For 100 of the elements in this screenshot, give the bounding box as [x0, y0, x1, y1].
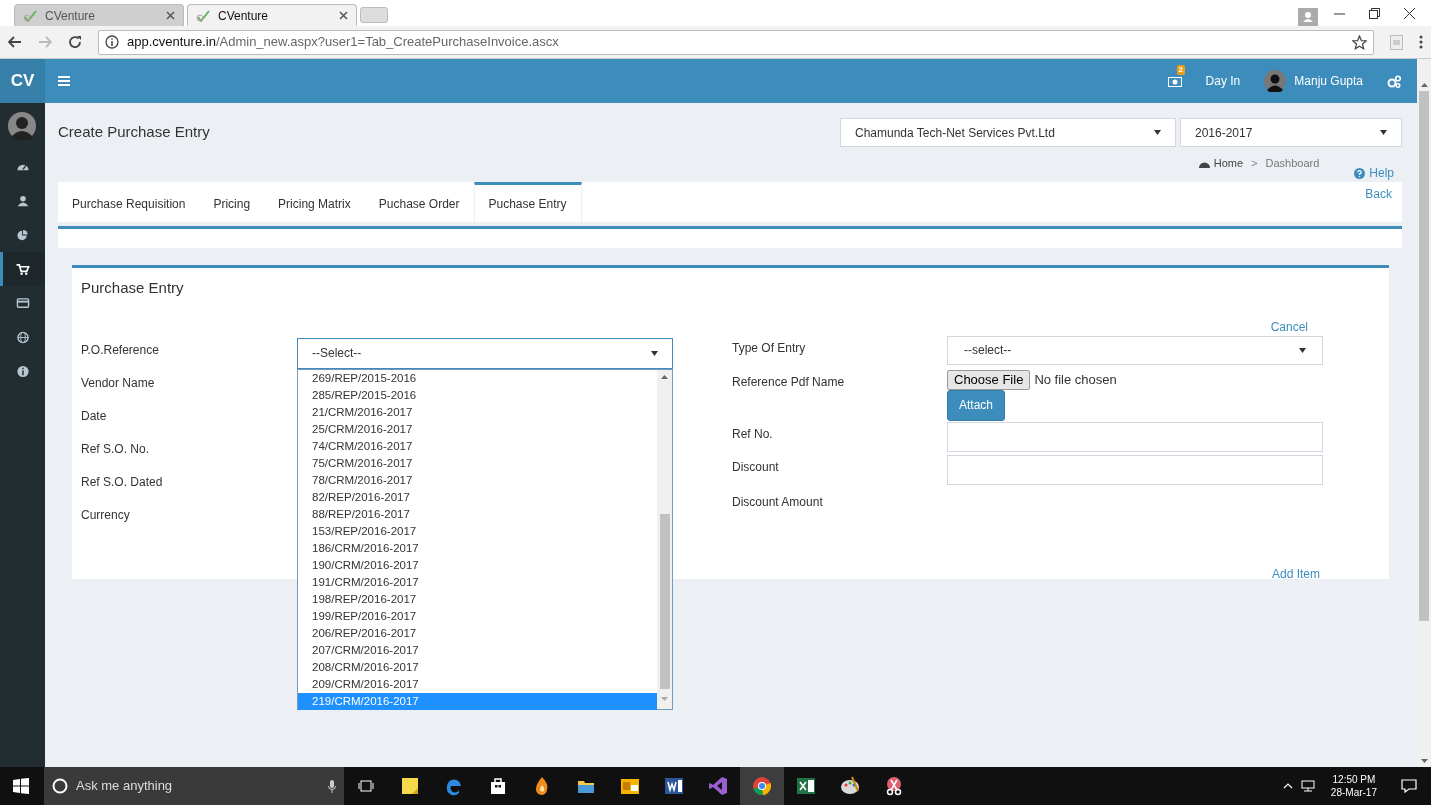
dropdown-option[interactable]: 88/REP/2016-2017 [298, 505, 657, 523]
breadcrumb-link[interactable]: Home [1213, 155, 1244, 172]
tab[interactable]: Pricing Matrix [264, 182, 365, 222]
dropdown-option[interactable]: 208/CRM/2016-2017 [298, 658, 657, 676]
sidebar-item[interactable] [0, 252, 45, 286]
notifications-icon[interactable] [1401, 779, 1417, 793]
spreadsheet-icon [796, 776, 816, 796]
dropdown-option[interactable]: 207/CRM/2016-2017 [298, 641, 657, 659]
clock[interactable]: 12:50 PM 28-Mar-17 [1330, 773, 1377, 799]
field-label: Ref S.O. Dated [81, 473, 164, 491]
dropdown-option[interactable]: 78/CRM/2016-2017 [298, 471, 657, 489]
taskbar-app[interactable] [740, 767, 784, 805]
word-icon [664, 776, 684, 796]
address-bar[interactable]: app.cventure.in/Admin_new.aspx?user1=Tab_CreatePurchaseInvoice.ascx [98, 29, 1374, 55]
breadcrumb-separator: > [1251, 156, 1258, 171]
dropdown-option[interactable]: 21/CRM/2016-2017 [298, 403, 657, 421]
help-icon [1354, 167, 1366, 179]
dropdown-option[interactable]: 191/CRM/2016-2017 [298, 573, 657, 591]
scrollbar-thumb[interactable] [659, 513, 670, 689]
dropdown-option[interactable]: 206/REP/2016-2017 [298, 624, 657, 642]
scroll-up-icon[interactable] [1420, 83, 1428, 87]
scissors-icon [884, 776, 904, 796]
user-icon [15, 194, 30, 208]
add-item-link[interactable]: Add Item [1271, 564, 1320, 583]
dropdown-caret-icon [1154, 130, 1161, 135]
tab[interactable]: Puchase Entry [473, 182, 582, 222]
avatar-icon [8, 112, 36, 140]
field-label: Discount Amount [732, 493, 824, 511]
tab[interactable]: Purchase Requisition [58, 182, 200, 222]
menu-icon[interactable] [58, 76, 70, 86]
form-title: Purchase Entry [81, 278, 185, 298]
back-icon[interactable] [8, 36, 22, 48]
chevron-up-icon[interactable] [1282, 783, 1293, 789]
settings-icon[interactable] [1387, 74, 1401, 88]
cortana-icon [52, 778, 68, 794]
user-menu[interactable]: Manju Gupta [1264, 70, 1363, 92]
day-in-link[interactable]: Day In [1205, 72, 1241, 90]
tab-title: CVenture [218, 7, 270, 25]
pie-chart-icon [15, 228, 30, 242]
dropdown-option[interactable]: 153/REP/2016-2017 [298, 522, 657, 540]
close-icon[interactable] [1404, 7, 1415, 19]
restore-icon[interactable] [1369, 7, 1380, 19]
notification-badge: 2 [1176, 65, 1186, 75]
cancel-link[interactable]: Cancel [1270, 317, 1308, 334]
url-text: app.cventure.in/Admin_new.aspx?user1=Tab_CreatePurchaseInvoice.ascx [127, 33, 560, 52]
year-select[interactable]: 2016-2017 [1180, 118, 1402, 147]
logo[interactable]: CV [0, 59, 45, 103]
close-icon[interactable] [339, 11, 348, 20]
dropdown-option[interactable]: 186/CRM/2016-2017 [298, 539, 657, 557]
dropdown-option[interactable]: 75/CRM/2016-2017 [298, 454, 657, 472]
more-icon[interactable] [1419, 35, 1423, 49]
microphone-icon [328, 779, 336, 793]
scroll-down-icon[interactable] [1420, 759, 1428, 763]
dropdown-option[interactable]: 74/CRM/2016-2017 [298, 437, 657, 455]
dropdown-caret-icon [651, 350, 658, 356]
sticky-notes-icon [400, 776, 420, 796]
star-icon[interactable] [1352, 34, 1367, 50]
chrome-icon [752, 776, 772, 796]
reload-icon[interactable] [68, 35, 82, 49]
tab[interactable]: Puchase Order [364, 182, 474, 222]
po-reference-select[interactable]: --Select-- [297, 337, 673, 369]
browser-tab[interactable]: CVenture [187, 4, 357, 26]
attach-button[interactable]: Attach [947, 389, 1005, 421]
type-select[interactable]: --select-- [947, 335, 1323, 365]
dropdown-option[interactable]: 190/CRM/2016-2017 [298, 556, 657, 574]
windows-icon[interactable] [13, 778, 29, 794]
scrollbar-thumb[interactable] [1419, 91, 1429, 621]
text-input[interactable] [947, 454, 1323, 485]
tab[interactable]: Pricing [199, 182, 265, 222]
palette-icon [840, 776, 860, 796]
field-label: Currency [81, 506, 131, 524]
avatar-icon [1264, 70, 1287, 92]
globe-icon [15, 330, 30, 344]
dropdown-caret-icon [1299, 347, 1306, 353]
field-label: Type Of Entry [732, 339, 807, 357]
dropdown-option[interactable]: 198/REP/2016-2017 [298, 590, 657, 608]
check-icon [23, 9, 37, 22]
dropdown-option[interactable]: 209/CRM/2016-2017 [298, 675, 657, 693]
file-status: No file chosen [1034, 370, 1117, 389]
browser-tab[interactable]: CVenture [14, 4, 184, 26]
task-view-icon[interactable] [358, 780, 374, 792]
network-icon[interactable] [1300, 780, 1315, 792]
info-icon [15, 364, 30, 378]
field-label: Ref No. [732, 425, 774, 443]
dropdown-option[interactable]: 199/REP/2016-2017 [298, 607, 657, 625]
scrollbar[interactable] [657, 369, 672, 709]
back-link[interactable]: Back [1365, 185, 1392, 203]
scroll-up-icon[interactable] [661, 374, 668, 379]
scrollbar[interactable] [1417, 59, 1431, 767]
text-input[interactable] [947, 421, 1323, 452]
search-box[interactable]: Ask me anything [44, 767, 344, 805]
dropdown-option[interactable]: 269/REP/2015-2016 [298, 369, 657, 387]
store-icon [488, 776, 508, 796]
dropdown-option[interactable]: 82/REP/2016-2017 [298, 488, 657, 506]
choose-file-button[interactable]: Choose File [947, 369, 1031, 390]
dropdown-option[interactable]: 25/CRM/2016-2017 [298, 420, 657, 438]
cash-icon[interactable] [1167, 76, 1182, 87]
dropdown-option[interactable]: 285/REP/2015-2016 [298, 386, 657, 404]
field-label: Vendor Name [81, 374, 156, 392]
company-select[interactable]: Chamunda Tech-Net Services Pvt.Ltd [840, 118, 1176, 147]
